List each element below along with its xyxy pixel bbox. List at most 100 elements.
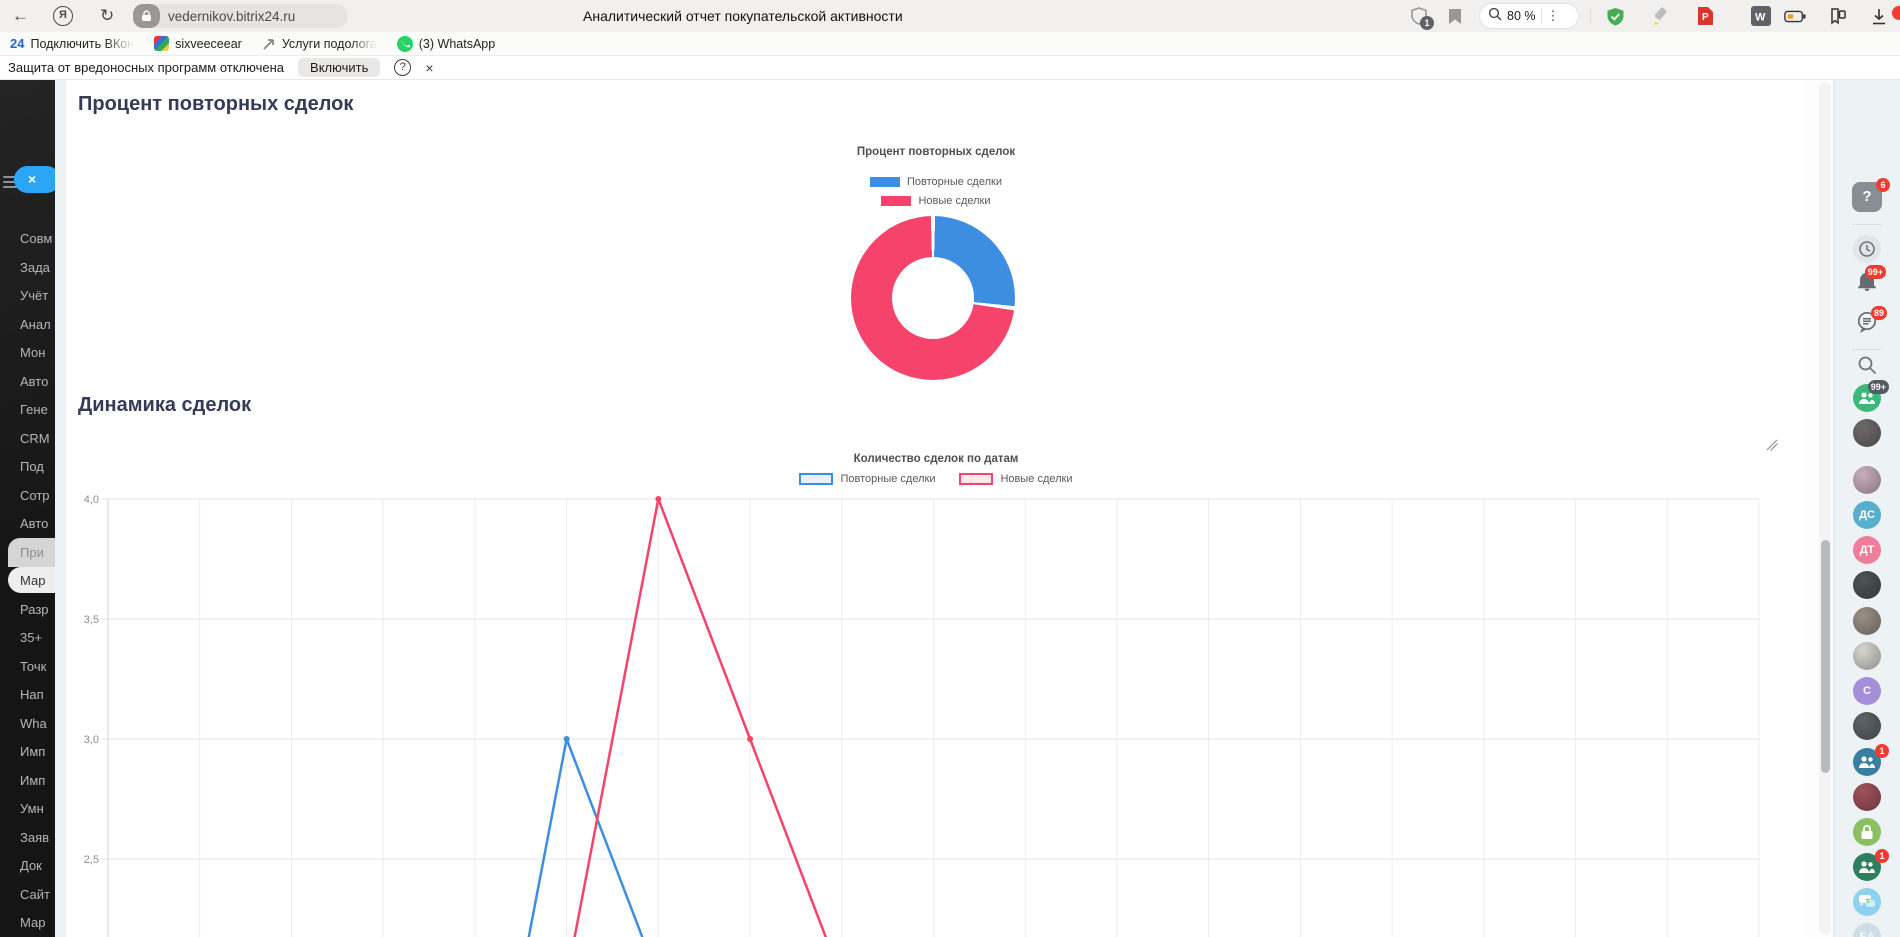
group-icon[interactable]: 1 — [1853, 744, 1889, 776]
sidebar-item[interactable]: CRM — [0, 429, 55, 448]
scrollbar-track[interactable] — [1819, 82, 1831, 935]
bookmark-label: Услуги подолога — [281, 36, 377, 51]
doughnut-hole — [892, 257, 974, 339]
avatar-photo[interactable] — [1853, 466, 1881, 494]
avatar-photo[interactable] — [1853, 571, 1881, 599]
data-point-marker — [563, 736, 570, 742]
zoom-control[interactable]: 80 % ⋮ — [1479, 3, 1579, 29]
help-icon[interactable]: ? — [394, 59, 412, 76]
y-tick-label: 2,5 — [84, 854, 99, 866]
line-series — [573, 497, 828, 937]
bell-icon[interactable]: 99+ — [1856, 265, 1886, 298]
sidebar-item[interactable]: Зада — [0, 258, 55, 277]
protect-icon[interactable]: 1 — [1408, 5, 1434, 30]
p-document-extension-icon[interactable]: P — [1694, 5, 1716, 27]
scrollbar-thumb[interactable] — [1821, 540, 1830, 773]
data-point-marker — [655, 496, 662, 502]
chat-bubbles-icon[interactable] — [1853, 888, 1881, 916]
sidebar-item[interactable]: Анал — [0, 315, 55, 334]
avatar-initials[interactable]: ЕА — [1853, 923, 1881, 937]
divider — [1590, 9, 1591, 23]
bookmark-item[interactable]: sixveeceear — [154, 36, 242, 51]
y-tick-label: 4,0 — [84, 494, 99, 506]
legend-label: Новые сделки — [918, 195, 991, 207]
avatar-initials[interactable]: ДТ — [1853, 536, 1881, 564]
enable-protection-button[interactable]: Включить — [298, 58, 381, 77]
battery-extension-icon[interactable] — [1784, 5, 1806, 27]
invite-users-icon[interactable]: 99+ — [1853, 380, 1889, 412]
data-point-marker — [747, 736, 754, 742]
bookmark-item[interactable]: Услуги подолога — [262, 37, 377, 51]
highlighter-extension-icon[interactable] — [1650, 5, 1672, 27]
sidebar-item[interactable]: Гене — [0, 400, 55, 419]
sidebar-item[interactable]: Под — [0, 457, 55, 476]
protect-badge: 1 — [1420, 16, 1434, 30]
doughnut-chart-title: Процент повторных сделок — [856, 146, 1016, 158]
doughnut-legend: Повторные сделки Новые сделки — [66, 176, 1806, 207]
bookmark-item[interactable]: 24 Подключить ВКон — [10, 36, 134, 51]
bookmark-label: (3) WhatsApp — [418, 36, 496, 51]
legend-swatch — [870, 177, 900, 187]
svg-text:W: W — [1755, 12, 1766, 24]
sidebar-close-button[interactable]: × — [14, 166, 55, 193]
search-icon[interactable] — [1857, 355, 1877, 380]
warning-message: Защита от вредоносных программ отключена — [8, 60, 285, 75]
notification-badge: 1 — [1875, 744, 1889, 758]
legend-item[interactable]: Повторные сделки — [870, 176, 1002, 188]
lock-icon[interactable] — [1853, 818, 1881, 846]
yandex-browser-icon[interactable]: Я — [53, 6, 73, 26]
messenger-panel: ? 6 99+ 89 99+ ДС ДТ С 1 1 ЕА — [1833, 80, 1900, 937]
section-title-deal-dynamics: Динамика сделок — [78, 394, 252, 416]
avatar-photo[interactable] — [1853, 783, 1881, 811]
group-icon[interactable]: 1 — [1853, 849, 1889, 881]
history-clock-icon[interactable] — [1853, 235, 1881, 263]
whatsapp-icon — [396, 35, 413, 52]
bookmarks-bar: 24 Подключить ВКон sixveeceear Услуги подол… — [0, 32, 1900, 56]
avatar-photo[interactable] — [1853, 419, 1881, 447]
url-text: vedernikov.bitrix24.ru — [168, 8, 296, 24]
panel-divider — [1852, 349, 1882, 350]
svg-text:P: P — [1702, 12, 1709, 23]
close-icon[interactable]: × — [425, 60, 433, 76]
collections-extension-icon[interactable] — [1826, 5, 1848, 27]
sidebar-item[interactable]: Авто — [0, 372, 55, 391]
bookmark-item[interactable]: (3) WhatsApp — [396, 35, 496, 52]
bookmark-icon[interactable] — [1444, 5, 1466, 27]
screen: ← Я ↻ vedernikov.bitrix24.ru Аналитическ… — [0, 0, 1900, 937]
zoom-level: 80 % — [1507, 9, 1536, 23]
notification-badge: 6 — [1876, 178, 1890, 192]
line-series — [527, 737, 644, 937]
downloads-icon[interactable] — [1868, 5, 1890, 27]
avatar-photo[interactable] — [1853, 607, 1881, 635]
lock-icon[interactable] — [133, 4, 160, 28]
sidebar-item[interactable]: Совм — [0, 229, 55, 248]
sidebar-item[interactable]: Мон — [0, 343, 55, 362]
arrow-favicon — [262, 37, 276, 51]
address-bar[interactable]: vedernikov.bitrix24.ru — [133, 4, 348, 28]
adguard-extension-icon[interactable] — [1604, 5, 1626, 27]
legend-swatch — [881, 196, 912, 206]
avatar-photo[interactable] — [1853, 712, 1881, 740]
back-icon[interactable]: ← — [12, 0, 29, 32]
refresh-icon[interactable]: ↻ — [100, 0, 114, 32]
line-chart: 4,0 3,5 3,0 2,5 — [84, 494, 1760, 937]
browser-toolbar: ← Я ↻ vedernikov.bitrix24.ru Аналитическ… — [0, 0, 1900, 32]
notification-dot — [1892, 6, 1900, 20]
notification-badge: 89 — [1870, 306, 1887, 320]
w-extension-icon[interactable]: W — [1750, 5, 1772, 27]
line-chart-legend: Повторные сделки Новые сделки — [66, 473, 1806, 485]
notification-badge: 1 — [1875, 849, 1889, 863]
legend-item[interactable]: Повторные сделки — [799, 473, 935, 485]
avatar-photo[interactable] — [1853, 642, 1881, 670]
avatar-initials[interactable]: С — [1853, 677, 1881, 705]
kebab-menu-icon[interactable]: ⋮ — [1547, 8, 1560, 24]
question-icon[interactable]: ? 6 — [1852, 178, 1890, 212]
avatar-initials[interactable]: ДС — [1853, 501, 1881, 529]
legend-item[interactable]: Новые сделки — [959, 473, 1073, 485]
sidebar-item[interactable]: Учёт — [0, 286, 55, 305]
y-tick-label: 3,5 — [84, 614, 99, 626]
legend-item[interactable]: Новые сделки — [881, 195, 991, 207]
mosaic-favicon — [154, 36, 170, 51]
legend-label: Новые сделки — [1000, 473, 1073, 485]
chat-feed-icon[interactable]: 89 — [1855, 306, 1887, 339]
